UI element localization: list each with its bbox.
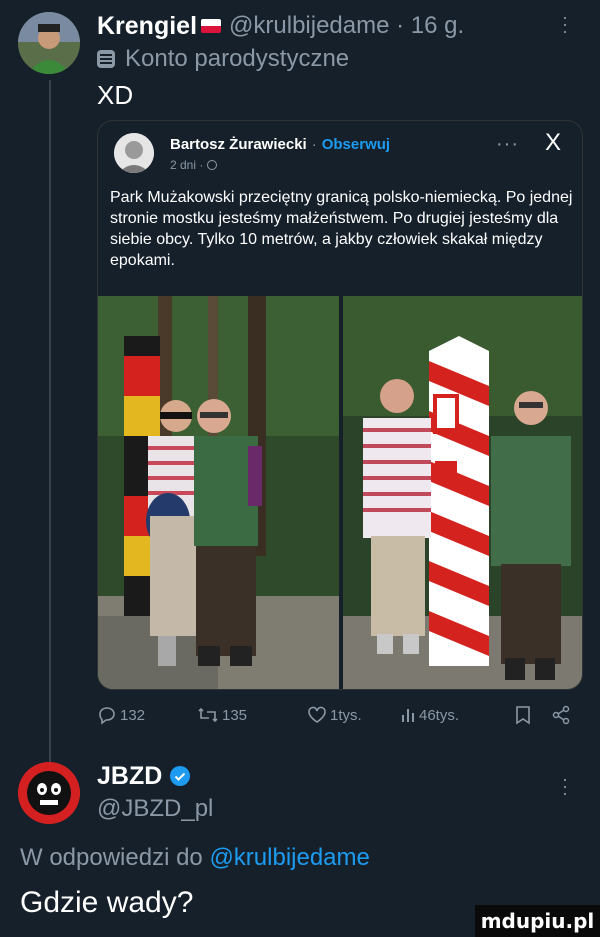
reply-action[interactable]: 132 (97, 702, 145, 728)
quoted-author-name[interactable]: Bartosz Żurawiecki (170, 136, 307, 153)
author-name[interactable]: Krengiel (97, 12, 197, 41)
like-action[interactable]: 1tys. (307, 702, 362, 728)
reply-author-name[interactable]: JBZD (97, 762, 162, 791)
replying-to-row: W odpowiedzi do @krulbijedame (20, 844, 370, 872)
action-bar: 132 135 1tys. 46tys. (97, 702, 583, 728)
retweet-action[interactable]: 135 (197, 702, 247, 728)
reply-author-row: JBZD (97, 760, 191, 792)
quoted-header: Bartosz Żurawiecki · Obserwuj (170, 133, 390, 155)
views-action[interactable]: 46tys. (400, 702, 459, 728)
heart-icon (308, 706, 326, 723)
thread-line (49, 80, 51, 770)
replying-prefix: W odpowiedzi do (20, 844, 210, 871)
views-count: 46tys. (419, 706, 460, 724)
reply-icon (99, 707, 115, 725)
replying-to-link[interactable]: @krulbijedame (209, 844, 369, 871)
quoted-photo-left[interactable] (98, 296, 339, 689)
bookmark-icon[interactable] (514, 705, 532, 725)
quoted-time-row: 2 dni · (170, 157, 218, 173)
reply-count: 132 (120, 706, 146, 724)
reply-handle[interactable]: @JBZD_pl (97, 795, 213, 823)
verified-badge-icon (170, 766, 191, 786)
reply-text: Gdzie wady? (20, 886, 194, 919)
author-name-row: Krengiel @krulbijedame · 16 g. (97, 10, 464, 42)
globe-icon (207, 160, 218, 170)
views-icon (402, 709, 414, 722)
quoted-time[interactable]: 2 dni · (170, 158, 203, 172)
watermark: mdupiu.pl (475, 905, 600, 937)
parody-icon (97, 50, 115, 68)
more-options-icon[interactable]: · · · (560, 8, 570, 40)
retweet-icon (198, 707, 218, 723)
author-handle-time[interactable]: @krulbijedame · 16 g. (229, 12, 464, 40)
follow-link[interactable]: Obserwuj (322, 136, 390, 153)
retweet-count: 135 (222, 706, 248, 724)
quoted-tweet-card[interactable]: Bartosz Żurawiecki · Obserwuj 2 dni · ··… (97, 120, 583, 690)
like-count: 1tys. (330, 706, 362, 724)
reply-more-options-icon[interactable]: · · · (560, 770, 570, 802)
quoted-photo-right[interactable] (343, 296, 582, 689)
separator-dot: · (311, 135, 317, 153)
share-icon[interactable] (551, 705, 571, 725)
account-label-row: Konto parodystyczne (97, 44, 349, 74)
quoted-more-icon[interactable]: ··· (496, 133, 519, 156)
tweet-text: XD (97, 80, 134, 110)
quoted-text: Park Mużakowski przeciętny granicą polsk… (110, 189, 573, 269)
author-avatar[interactable] (18, 12, 80, 74)
account-label: Konto parodystyczne (125, 45, 350, 72)
polish-flag-icon (201, 19, 222, 33)
reply-author-avatar[interactable] (18, 762, 80, 824)
close-icon[interactable]: X (545, 129, 561, 157)
quoted-author-avatar[interactable] (114, 133, 154, 173)
